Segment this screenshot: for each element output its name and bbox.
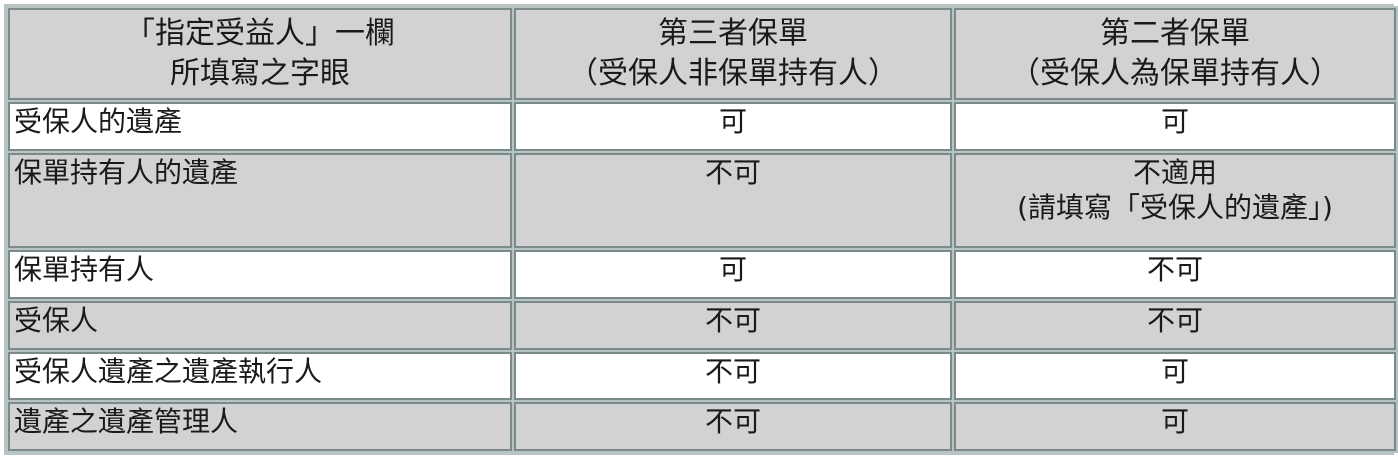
header-second-party-policy: 第二者保單 （受保人為保單持有人） (954, 8, 1396, 100)
table-row: 遺產之遺產管理人 不可 可 (8, 402, 1396, 451)
header-line: 「指定受益人」一欄 (125, 16, 395, 51)
beneficiary-table-frame: 「指定受益人」一欄 所填寫之字眼 第三者保單 （受保人非保單持有人） 第二者保單… (4, 4, 1398, 455)
value-line: 不可 (704, 155, 761, 189)
row-label: 受保人 (8, 300, 512, 350)
value-line: 可 (718, 253, 747, 287)
value-line: 不可 (1146, 303, 1203, 337)
value-line: 可 (1160, 405, 1189, 439)
second-party-value: 可 (954, 351, 1396, 401)
third-party-value: 不可 (514, 300, 952, 350)
header-line: 所填寫之字眼 (170, 56, 350, 91)
header-line: 第三者保單 (658, 16, 808, 51)
header-line: （受保人非保單持有人） (568, 56, 898, 91)
third-party-value: 可 (514, 250, 952, 299)
beneficiary-designation-table: 「指定受益人」一欄 所填寫之字眼 第三者保單 （受保人非保單持有人） 第二者保單… (6, 6, 1398, 453)
value-line: 可 (718, 105, 747, 138)
table-row: 受保人 不可 不可 (8, 300, 1396, 350)
second-party-value: 不可 (954, 300, 1396, 350)
third-party-value: 不可 (514, 402, 952, 451)
second-party-value: 不適用 (請填寫「受保人的遺產」) (954, 152, 1396, 249)
value-line: 不可 (704, 354, 761, 388)
value-line: 不可 (1146, 253, 1203, 287)
header-line: （受保人為保單持有人） (1010, 56, 1340, 91)
row-label: 受保人的遺產 (8, 102, 512, 151)
row-label: 遺產之遺產管理人 (8, 402, 512, 451)
table-row: 受保人的遺產 可 可 (8, 102, 1396, 151)
header-line: 第二者保單 (1100, 16, 1250, 51)
value-note: (請填寫「受保人的遺產」) (1017, 190, 1333, 224)
third-party-value: 可 (514, 102, 952, 151)
row-label: 保單持有人的遺產 (8, 152, 512, 249)
second-party-value: 可 (954, 102, 1396, 151)
value-line: 可 (1160, 354, 1189, 388)
value-line: 不可 (704, 405, 761, 439)
value-line: 不可 (704, 303, 761, 337)
third-party-value: 不可 (514, 152, 952, 249)
table-row: 保單持有人的遺產 不可 不適用 (請填寫「受保人的遺產」) (8, 152, 1396, 249)
row-label: 保單持有人 (8, 250, 512, 299)
second-party-value: 不可 (954, 250, 1396, 299)
table-row: 保單持有人 可 不可 (8, 250, 1396, 299)
header-designation-wording: 「指定受益人」一欄 所填寫之字眼 (8, 8, 512, 100)
table-header-row: 「指定受益人」一欄 所填寫之字眼 第三者保單 （受保人非保單持有人） 第二者保單… (8, 8, 1396, 100)
third-party-value: 不可 (514, 351, 952, 401)
value-line: 可 (1160, 105, 1189, 138)
table-row: 受保人遺產之遺產執行人 不可 可 (8, 351, 1396, 401)
row-label: 受保人遺產之遺產執行人 (8, 351, 512, 401)
second-party-value: 可 (954, 402, 1396, 451)
header-third-party-policy: 第三者保單 （受保人非保單持有人） (514, 8, 952, 100)
value-line: 不適用 (1132, 155, 1217, 189)
